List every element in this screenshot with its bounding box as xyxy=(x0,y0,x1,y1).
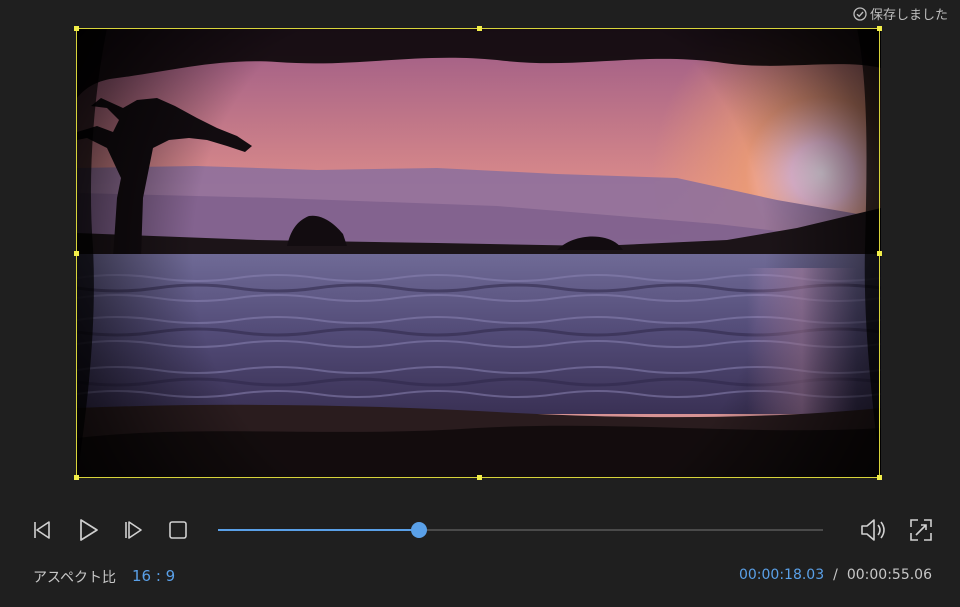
next-frame-button[interactable] xyxy=(118,516,146,544)
saved-status-text: 保存しました xyxy=(869,8,948,23)
seek-progress xyxy=(218,529,420,531)
aspect-ratio-label: アスペクト比 xyxy=(33,570,117,586)
play-icon xyxy=(75,517,101,543)
play-button[interactable] xyxy=(74,516,102,544)
video-preview[interactable] xyxy=(77,28,881,478)
step-forward-icon xyxy=(120,519,144,541)
playback-controls xyxy=(0,510,960,550)
seek-bar[interactable] xyxy=(218,522,823,538)
video-editor-preview-panel: 保存しました アスペクト比 16: 9 00:00:18.03 / 00:00… xyxy=(0,0,960,607)
check-circle-icon xyxy=(853,6,867,21)
timecode: 00:00:18.03 / 00:00:55.06 xyxy=(739,567,932,583)
current-time: 00:00:18.03 xyxy=(738,567,825,583)
aspect-ratio-value[interactable]: 16 : 9 xyxy=(132,567,175,585)
fullscreen-button[interactable] xyxy=(907,516,935,544)
stop-button[interactable] xyxy=(164,516,192,544)
step-back-icon xyxy=(31,519,55,541)
video-frame-image xyxy=(77,28,881,478)
volume-icon xyxy=(859,517,889,543)
stop-icon xyxy=(167,519,189,541)
prev-frame-button[interactable] xyxy=(29,516,57,544)
status-footer: アスペクト比 16 : 9 00:00:18.03 / 00:00:55.06 xyxy=(0,565,960,589)
volume-button[interactable] xyxy=(860,516,888,544)
fullscreen-icon xyxy=(908,517,934,543)
total-time: 00:00:55.06 xyxy=(846,567,932,583)
saved-status: 保存しました xyxy=(853,4,948,23)
time-separator: / xyxy=(833,567,838,583)
seek-thumb[interactable] xyxy=(411,522,428,538)
